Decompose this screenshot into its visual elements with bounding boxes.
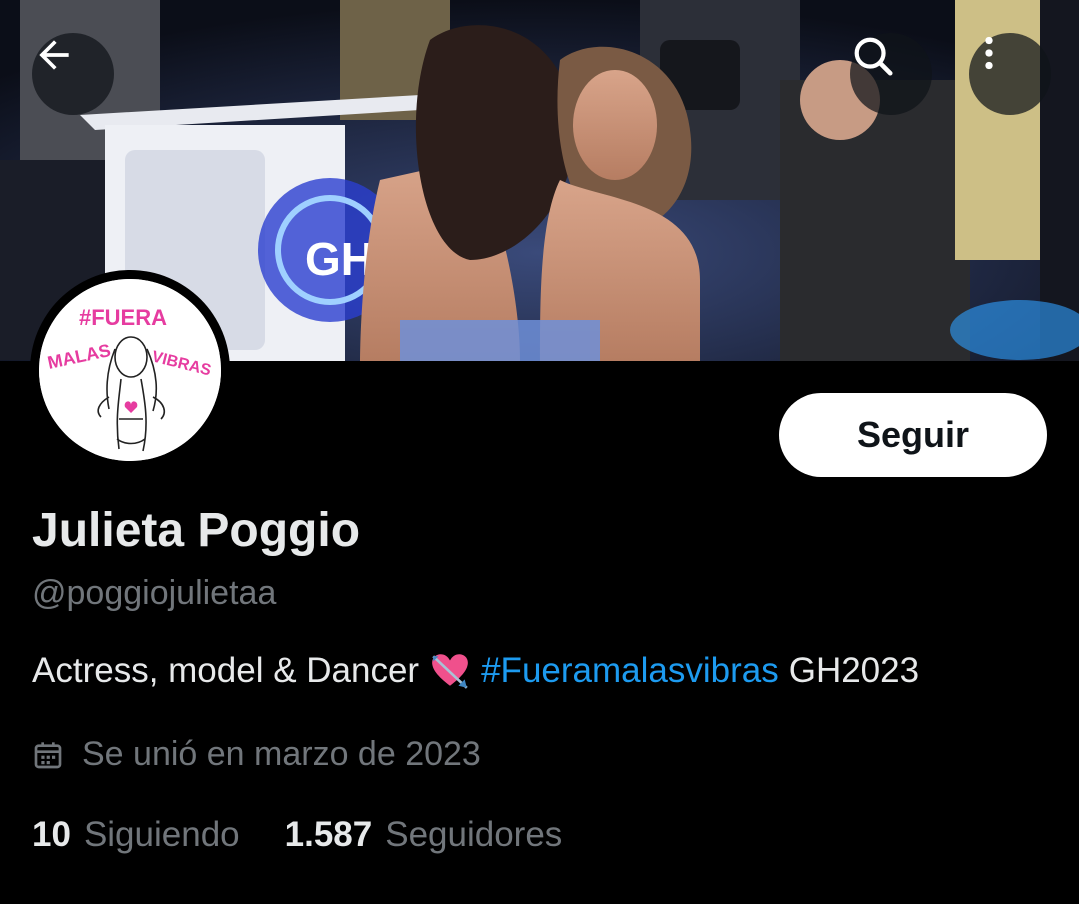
more-vertical-icon bbox=[985, 36, 993, 70]
following-count: 10 bbox=[32, 815, 71, 854]
bio-suffix: GH2023 bbox=[788, 651, 920, 690]
following-link[interactable]: 10 Siguiendo bbox=[32, 815, 240, 855]
profile-avatar[interactable]: #FUERA MALAS VIBRAS bbox=[30, 270, 230, 470]
follow-stats: 10 Siguiendo 1.587 Seguidores bbox=[32, 815, 562, 855]
display-name: Julieta Poggio bbox=[32, 504, 361, 557]
back-button[interactable] bbox=[32, 33, 114, 115]
heart-with-arrow-emoji bbox=[432, 654, 468, 689]
avatar-illustration: #FUERA MALAS VIBRAS bbox=[39, 279, 221, 461]
following-label: Siguiendo bbox=[83, 815, 240, 854]
join-date: Se unió en marzo de 2023 bbox=[32, 735, 481, 774]
search-icon bbox=[854, 37, 893, 76]
avatar-image: #FUERA MALAS VIBRAS bbox=[39, 279, 221, 461]
user-handle: @poggiojulietaa bbox=[32, 574, 277, 612]
follow-button[interactable]: Seguir bbox=[779, 393, 1047, 477]
arrow-left-icon bbox=[39, 40, 69, 70]
banner-logo-text: GH bbox=[305, 233, 374, 285]
join-date-text: Se unió en marzo de 2023 bbox=[82, 735, 481, 773]
search-button[interactable] bbox=[850, 33, 932, 115]
avatar-text-line1: #FUERA bbox=[79, 305, 167, 330]
followers-link[interactable]: 1.587 Seguidores bbox=[285, 815, 563, 855]
followers-label: Seguidores bbox=[385, 815, 563, 854]
bio-hashtag-link[interactable]: #Fueramalasvibras bbox=[481, 651, 779, 691]
profile-bio: Actress, model & Dancer #Fueramalasvibra… bbox=[32, 650, 919, 692]
bio-text: Actress, model & Dancer bbox=[32, 651, 420, 690]
calendar-icon bbox=[34, 741, 62, 768]
followers-count: 1.587 bbox=[284, 815, 373, 854]
more-options-button[interactable] bbox=[969, 33, 1051, 115]
